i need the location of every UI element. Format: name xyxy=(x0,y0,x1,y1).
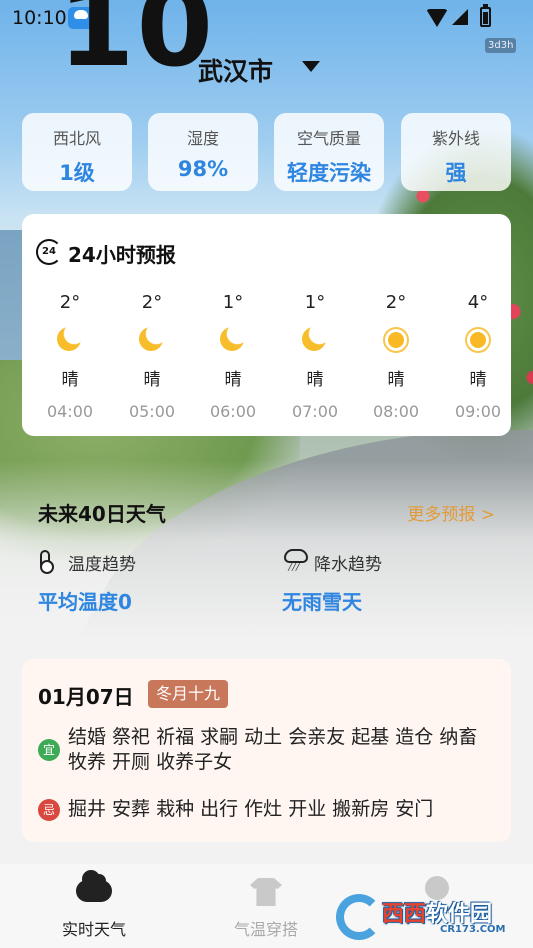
moon-icon xyxy=(139,327,165,353)
hour-time: 06:00 xyxy=(209,402,257,421)
tab-label: 气温穿搭 xyxy=(233,920,298,939)
forecast-24h-card: 24 24小时预报 2° 晴 04:00 2° 晴 05:00 1° 晴 06:… xyxy=(22,214,511,436)
hour-temp: 1° xyxy=(222,292,244,313)
watermark-brand-a: 西西 xyxy=(382,902,427,927)
hourly-list[interactable]: 2° 晴 04:00 2° 晴 05:00 1° 晴 06:00 1° 晴 07… xyxy=(22,292,511,422)
stat-value: 1级 xyxy=(59,161,95,185)
hour-time: 07:00 xyxy=(291,402,339,421)
ji-badge: 忌 xyxy=(38,799,60,821)
moon-icon xyxy=(220,327,246,353)
stat-humidity: 湿度 98% xyxy=(148,113,258,191)
hour-temp: 2° xyxy=(141,292,163,313)
stat-label: 紫外线 xyxy=(431,129,480,148)
hour-weather: 晴 xyxy=(387,370,405,390)
stat-value: 98% xyxy=(177,157,229,181)
hour-item: 1° 晴 07:00 xyxy=(274,292,356,421)
hour-item: 1° 晴 06:00 xyxy=(192,292,274,421)
battery-icon xyxy=(480,4,491,27)
ji-list: 掘井 安葬 栽种 出行 作灶 开业 搬新房 安门 xyxy=(68,798,434,820)
stat-wind: 西北风 1级 xyxy=(22,113,132,191)
hour-weather: 晴 xyxy=(306,370,324,390)
moon-icon xyxy=(57,327,83,353)
stat-label: 西北风 xyxy=(52,129,101,148)
shirt-icon xyxy=(250,878,282,906)
overlay-tag: 3d3h xyxy=(485,38,517,53)
sun-icon xyxy=(465,327,491,353)
sun-icon xyxy=(383,327,409,353)
signal-icon xyxy=(452,9,468,25)
hour-weather: 晴 xyxy=(469,370,487,390)
yi-badge: 宜 xyxy=(38,739,60,761)
moon-icon xyxy=(302,327,328,353)
temp-trend-label: 温度趋势 xyxy=(68,555,136,575)
rain-trend-label: 降水趋势 xyxy=(314,555,382,575)
almanac-card[interactable]: 01月07日 冬月十九 宜 结婚 祭祀 祈福 求嗣 动土 会亲友 起基 造仓 纳… xyxy=(22,659,511,842)
hour-weather: 晴 xyxy=(143,370,161,390)
temp-trend-value: 平均温度0 xyxy=(38,590,132,614)
more-forecast-link[interactable]: 更多预报 > xyxy=(407,500,495,525)
stat-value: 强 xyxy=(445,161,467,185)
stat-label: 湿度 xyxy=(186,129,219,148)
clock-24-icon: 24 xyxy=(36,239,62,265)
tab-label: 实时天气 xyxy=(61,920,126,939)
hour-time: 08:00 xyxy=(372,402,420,421)
stat-label: 空气质量 xyxy=(296,129,361,148)
watermark-url: CR173.COM xyxy=(440,924,506,935)
hour-temp: 4° xyxy=(467,292,489,313)
forecast-40d-section: 未来40日天气 更多预报 > 温度趋势 平均温度0 降水趋势 无雨雪天 xyxy=(22,482,511,637)
hour-temp: 2° xyxy=(59,292,81,313)
stat-value: 轻度污染 xyxy=(287,161,371,185)
hour-item: 4° 晴 09:00 xyxy=(437,292,519,421)
city-dropdown-icon[interactable] xyxy=(302,61,320,72)
city-name[interactable]: 武汉市 xyxy=(198,52,273,88)
hour-temp: 2° xyxy=(385,292,407,313)
almanac-date: 01月07日 xyxy=(38,685,134,709)
forecast-40d-title: 未来40日天气 xyxy=(38,502,166,526)
lunar-date-badge: 冬月十九 xyxy=(148,680,229,708)
hour-time: 09:00 xyxy=(454,402,502,421)
stats-row: 西北风 1级 湿度 98% 空气质量 轻度污染 紫外线 强 xyxy=(22,113,511,191)
rain-cloud-icon xyxy=(284,549,308,571)
hour-time: 04:00 xyxy=(46,402,94,421)
rain-trend-value: 无雨雪天 xyxy=(282,590,362,614)
hour-item: 2° 晴 08:00 xyxy=(355,292,437,421)
yi-list: 结婚 祭祀 祈福 求嗣 动土 会亲友 起基 造仓 纳畜 牧养 开厕 收养子女 xyxy=(68,726,478,773)
cloud-icon xyxy=(76,870,112,902)
stat-uv: 紫外线 强 xyxy=(401,113,511,191)
wifi-icon xyxy=(426,9,448,27)
stat-air-quality: 空气质量 轻度污染 xyxy=(274,113,384,191)
current-temperature: 10 xyxy=(58,0,216,80)
hour-weather: 晴 xyxy=(61,370,79,390)
hour-item: 2° 晴 05:00 xyxy=(111,292,193,421)
hour-item: 2° 晴 04:00 xyxy=(29,292,111,421)
watermark-ring-icon xyxy=(336,894,382,940)
watermark-logo: 西西软件园 CR173.COM xyxy=(336,888,514,942)
hour-temp: 1° xyxy=(304,292,326,313)
hour-weather: 晴 xyxy=(224,370,242,390)
forecast-24h-title: 24小时预报 xyxy=(68,243,176,267)
hour-time: 05:00 xyxy=(128,402,176,421)
thermometer-icon xyxy=(40,550,54,574)
